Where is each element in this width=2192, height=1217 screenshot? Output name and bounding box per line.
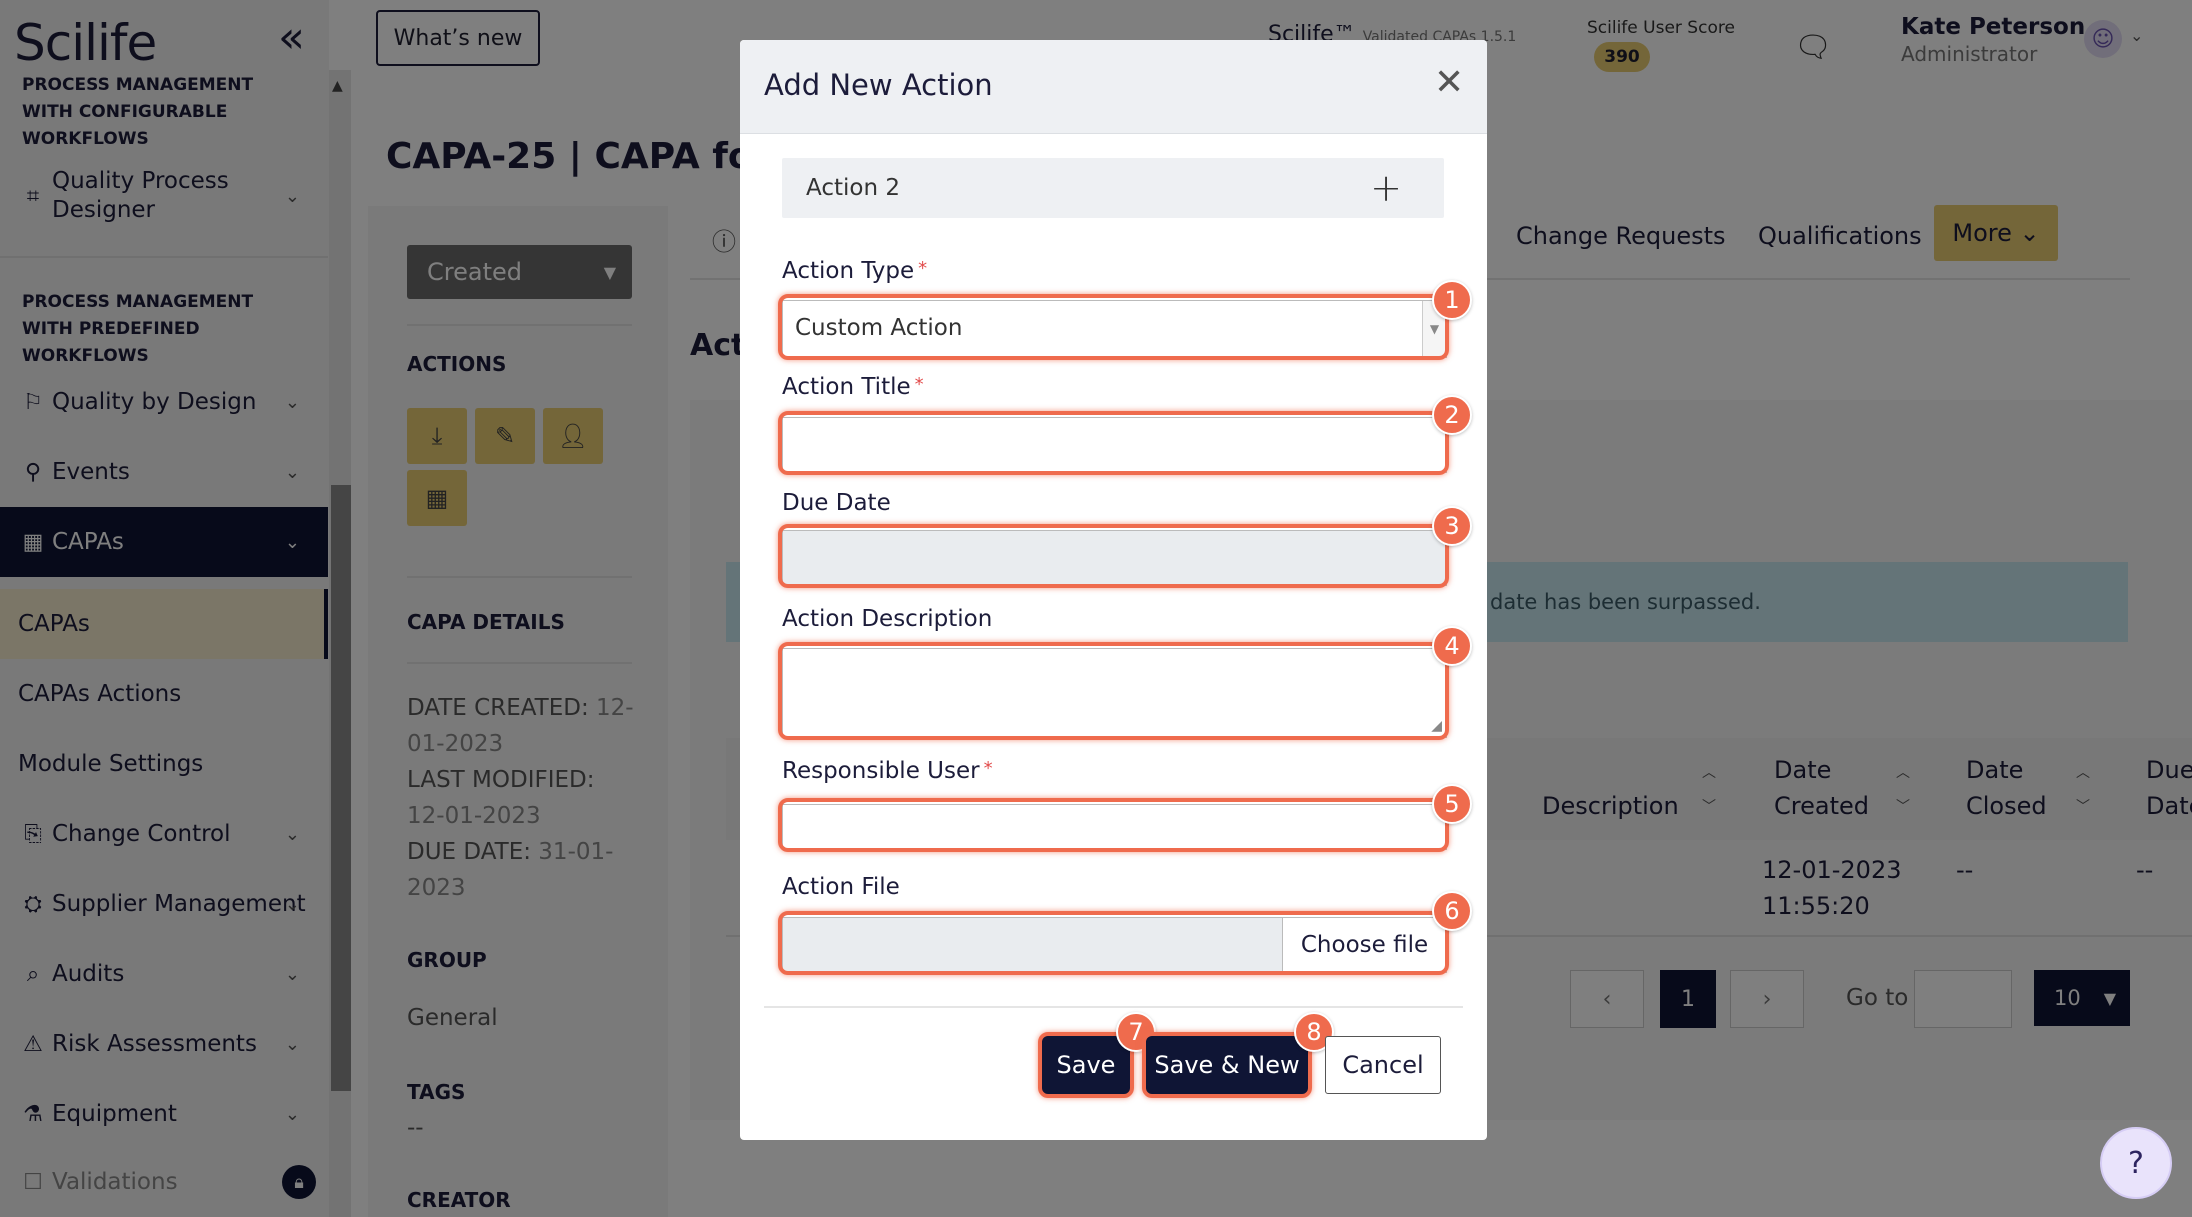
callout-badge: 3 [1432, 506, 1472, 546]
highlight-frame [778, 524, 1449, 588]
highlight-frame [1142, 1032, 1312, 1098]
action-description-label: Action Description [782, 606, 993, 632]
action-type-label: Action Type * [782, 258, 928, 284]
close-icon[interactable]: ✕ [1434, 62, 1464, 103]
highlight-frame [778, 411, 1449, 475]
callout-badge: 5 [1432, 784, 1472, 824]
highlight-frame [778, 798, 1449, 852]
modal-header: Add New Action ✕ [740, 40, 1487, 134]
action-file-label: Action File [782, 874, 900, 900]
plus-icon[interactable]: + [1370, 166, 1402, 210]
responsible-user-label: Responsible User * [782, 758, 993, 784]
highlight-frame [778, 642, 1449, 740]
due-date-label: Due Date [782, 490, 891, 516]
add-action-modal: Add New Action ✕ Action 2 + Action Type *… [740, 40, 1487, 1140]
callout-badge: 1 [1432, 280, 1472, 320]
cancel-button[interactable]: Cancel [1325, 1036, 1441, 1094]
action-title-label: Action Title * [782, 374, 924, 400]
callout-badge: 4 [1432, 626, 1472, 666]
highlight-frame [778, 911, 1449, 975]
modal-footer-divider [764, 1006, 1463, 1008]
action-accordion[interactable]: Action 2 + [782, 158, 1444, 218]
callout-badge: 6 [1432, 891, 1472, 931]
modal-title: Add New Action [764, 68, 993, 102]
help-icon[interactable]: ? [2100, 1127, 2172, 1199]
callout-badge: 2 [1432, 395, 1472, 435]
highlight-frame [778, 294, 1449, 360]
